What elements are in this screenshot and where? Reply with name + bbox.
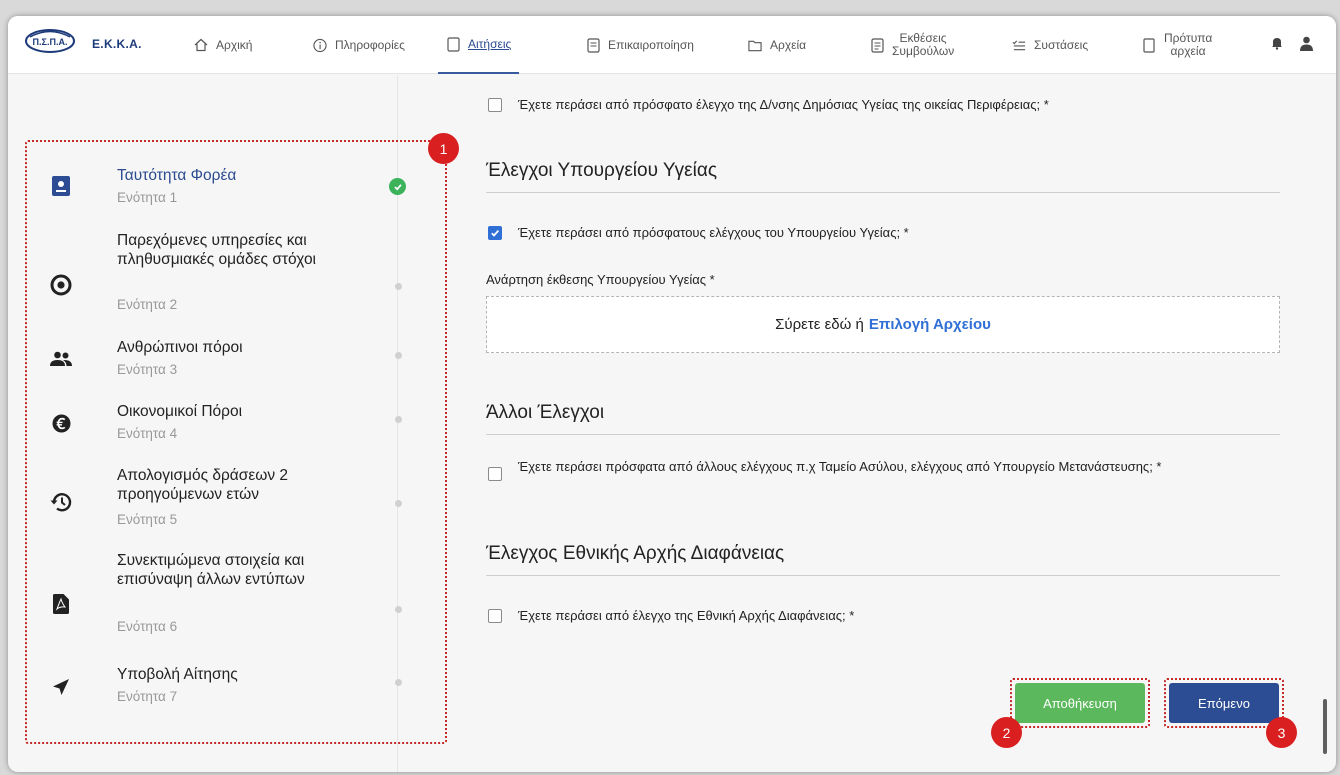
question-ministry: Έχετε περάσει από πρόσφατους ελέγχους το…: [488, 225, 1258, 241]
checkbox-transparency[interactable]: [488, 609, 502, 623]
question-transparency-label: Έχετε περάσει από έλεγχο της Εθνική Αρχή…: [518, 608, 855, 623]
nav-files-label: Αρχεία: [770, 37, 807, 52]
logo[interactable]: Π.Σ.Π.Α.: [24, 28, 76, 54]
nav-info[interactable]: Πληροφορίες: [313, 16, 405, 74]
checkbox-other[interactable]: [488, 467, 502, 481]
checkbox-regional-health[interactable]: [488, 98, 502, 112]
upload-label: Ανάρτηση έκθεσης Υπουργείου Υγείας *: [486, 272, 715, 287]
question-other-label: Έχετε περάσει πρόσφατα από άλλους ελέγχο…: [518, 459, 1162, 474]
checklist-icon: [1012, 38, 1026, 52]
step-3-status-dot: [395, 352, 402, 359]
check-circle-icon: [389, 178, 406, 195]
nav-home[interactable]: Αρχική: [194, 16, 252, 74]
nav-recommendations[interactable]: Συστάσεις: [1012, 16, 1088, 74]
top-navbar: Π.Σ.Π.Α. Ε.Κ.Κ.Α. Αρχική Πληροφορίες Αιτ…: [8, 16, 1336, 74]
checkbox-ministry[interactable]: [488, 226, 502, 240]
choose-file-link[interactable]: Επιλογή Αρχείου: [869, 316, 991, 333]
dropzone-text: Σύρετε εδώ ή: [775, 316, 864, 333]
question-regional-health: Έχετε περάσει από πρόσφατο έλεγχο της Δ/…: [488, 97, 1258, 113]
step-3-subtitle: Ενότητα 3: [117, 362, 178, 377]
step-3-title: Ανθρώπινοι πόροι: [117, 339, 243, 356]
save-button-annotation: Αποθήκευση: [1010, 678, 1150, 728]
scrollbar-thumb[interactable]: [1323, 699, 1327, 754]
bell-icon[interactable]: [1271, 36, 1283, 56]
section-transparency-title: Έλεγχος Εθνικής Αρχής Διαφάνειας: [486, 543, 1280, 576]
people-icon: [50, 348, 72, 370]
annotation-badge-1: 1: [428, 133, 459, 164]
step-7-subtitle: Ενότητα 7: [117, 689, 178, 704]
nav-templates[interactable]: Πρότυπα αρχεία: [1142, 16, 1212, 74]
question-regional-health-label: Έχετε περάσει από πρόσφατο έλεγχο της Δ/…: [518, 97, 1049, 112]
step-6-status-dot: [395, 606, 402, 613]
nav-templates-label: Πρότυπα αρχεία: [1164, 31, 1213, 58]
step-4-status-dot: [395, 416, 402, 423]
section-ministry-title: Έλεγχοι Υπουργείου Υγείας: [486, 160, 1280, 193]
nav-info-label: Πληροφορίες: [335, 37, 405, 52]
org-name: Ε.Κ.Κ.Α.: [92, 37, 142, 51]
annotation-badge-3: 3: [1266, 717, 1297, 748]
form-icon: [586, 37, 600, 53]
checkmark-icon: [491, 229, 500, 237]
home-icon: [194, 38, 208, 52]
question-ministry-label: Έχετε περάσει από πρόσφατους ελέγχους το…: [518, 225, 909, 240]
euro-icon: [50, 412, 72, 434]
app-window: Π.Σ.Π.Α. Ε.Κ.Κ.Α. Αρχική Πληροφορίες Αιτ…: [8, 16, 1336, 772]
target-icon: [50, 274, 72, 296]
user-icon[interactable]: [1299, 36, 1314, 56]
step-5-title: Απολογισμός δράσεων 2 προηγούμενων ετών: [117, 467, 289, 503]
step-7-status-dot: [395, 679, 402, 686]
annotation-badge-2: 2: [991, 717, 1022, 748]
nav-reports[interactable]: Εκθέσεις Συμβούλων: [870, 16, 954, 74]
save-button[interactable]: Αποθήκευση: [1015, 683, 1145, 723]
nav-home-label: Αρχική: [216, 37, 253, 52]
question-transparency: Έχετε περάσει από έλεγχο της Εθνική Αρχή…: [488, 608, 1258, 624]
step-2-subtitle: Ενότητα 2: [117, 297, 178, 312]
pdf-icon: [50, 593, 72, 615]
nav-files[interactable]: Αρχεία: [748, 16, 806, 74]
nav-reports-label: Εκθέσεις Συμβούλων: [892, 31, 955, 58]
step-2-title: Παρεχόμενες υπηρεσίες και πληθυσμιακές ο…: [117, 232, 317, 268]
template-icon: [1142, 37, 1156, 53]
folder-icon: [748, 38, 762, 52]
next-button[interactable]: Επόμενο: [1169, 683, 1279, 723]
step-1-subtitle: Ενότητα 1: [117, 190, 178, 205]
history-icon: [50, 491, 72, 513]
step-1-title: Ταυτότητα Φορέα: [117, 167, 237, 184]
id-badge-icon: [50, 175, 72, 197]
info-icon: [313, 38, 327, 52]
step-6-subtitle: Ενότητα 6: [117, 619, 178, 634]
question-other: Έχετε περάσει πρόσφατα από άλλους ελέγχο…: [488, 459, 1258, 481]
nav-update[interactable]: Επικαιροποίηση: [586, 16, 694, 74]
step-5-subtitle: Ενότητα 5: [117, 512, 178, 527]
nav-update-label: Επικαιροποίηση: [608, 37, 694, 52]
step-7-title: Υποβολή Αίτησης: [117, 666, 238, 683]
section-other-title: Άλλοι Έλεγχοι: [486, 402, 1280, 435]
nav-applications-label: Αιτήσεις: [468, 36, 512, 51]
step-4-title: Οικονομικοί Πόροι: [117, 403, 243, 420]
svg-text:Π.Σ.Π.Α.: Π.Σ.Π.Α.: [33, 37, 68, 47]
top-right-icons: [1271, 36, 1314, 56]
step-6-title: Συνεκτιμώμενα στοιχεία και επισύναψη άλλ…: [117, 552, 305, 588]
file-dropzone[interactable]: Σύρετε εδώ ή Επιλογή Αρχείου: [486, 296, 1280, 353]
next-button-annotation: Επόμενο: [1164, 678, 1284, 728]
nav-applications[interactable]: Αιτήσεις: [438, 16, 520, 74]
step-5-status-dot: [395, 500, 402, 507]
send-icon: [50, 676, 72, 698]
nav-recommendations-label: Συστάσεις: [1034, 37, 1089, 52]
report-icon: [870, 37, 884, 53]
document-icon: [446, 36, 460, 52]
step-4-subtitle: Ενότητα 4: [117, 426, 178, 441]
step-2-status-dot: [395, 283, 402, 290]
